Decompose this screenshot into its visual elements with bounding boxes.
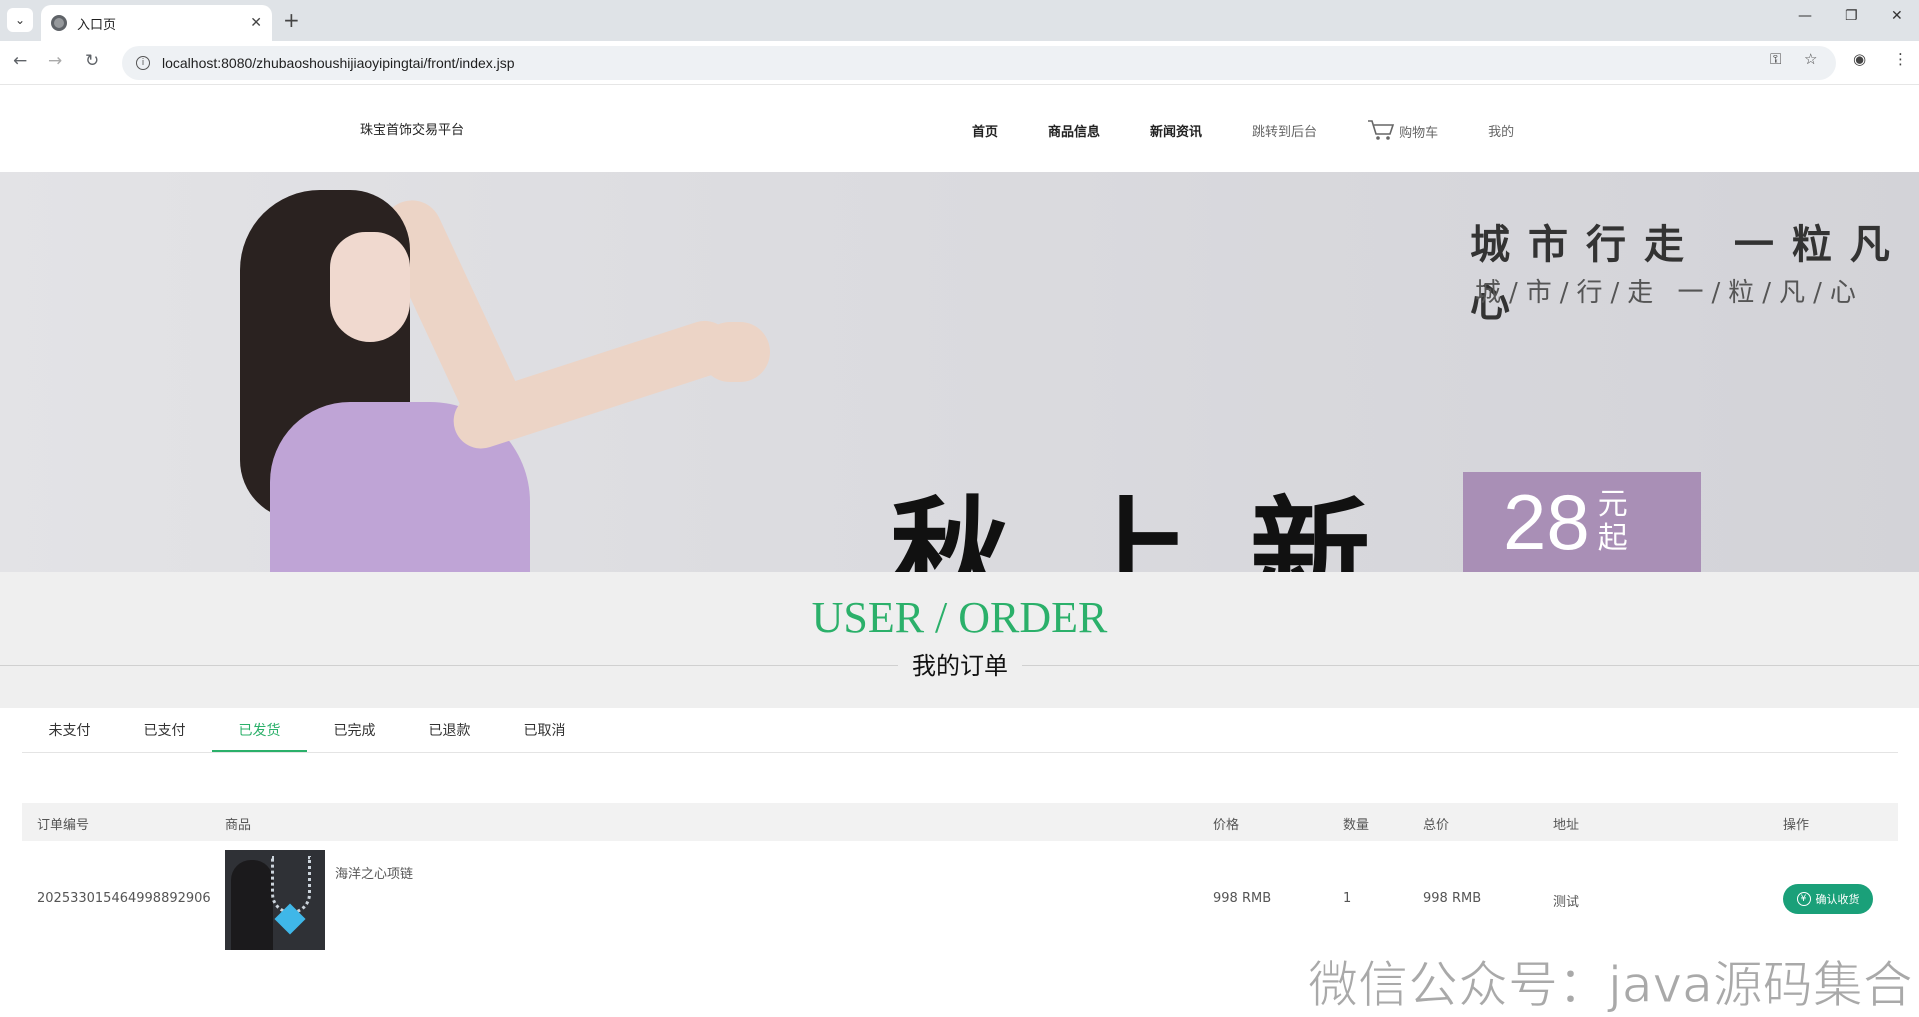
key-icon[interactable]: ⚿ xyxy=(1770,50,1781,68)
browser-tab[interactable]: 入口页 ✕ xyxy=(41,5,272,41)
header-total: 总价 xyxy=(1423,818,1450,833)
site-header: 珠宝首饰交易平台 首页 商品信息 新闻资讯 跳转到后台 购物车 我的 xyxy=(0,86,1919,172)
section-title-cn: 我的订单 xyxy=(898,646,1022,681)
table-row: 20253301546499889​2906 海洋之心项链 998 RMB 1 … xyxy=(22,841,1898,957)
banner-price-badge: 28 元起 xyxy=(1463,472,1701,572)
tab-cancelled[interactable]: 已取消 xyxy=(497,709,592,752)
banner-headline: 秋上新 xyxy=(890,484,1430,572)
order-status-tabs: 未支付 已支付 已发货 已完成 已退款 已取消 xyxy=(22,709,1898,753)
tab-paid[interactable]: 已支付 xyxy=(117,709,212,752)
header-action: 操作 xyxy=(1783,818,1810,833)
browser-tabbar: ⌄ 入口页 ✕ + — ❐ ✕ xyxy=(0,0,1919,41)
address-bar[interactable]: i localhost:8080/zhubaoshoushijiaoyiping… xyxy=(122,46,1836,80)
header-price: 价格 xyxy=(1213,818,1240,833)
header-address: 地址 xyxy=(1553,818,1580,833)
banner-figure-face xyxy=(330,232,410,342)
window-close-icon[interactable]: ✕ xyxy=(1891,8,1903,24)
tab-title: 入口页 xyxy=(77,16,117,32)
banner-figure-hand xyxy=(700,322,770,382)
minimize-icon[interactable]: — xyxy=(1798,8,1812,24)
nav-cart-label: 购物车 xyxy=(1399,126,1439,141)
url-text: localhost:8080/zhubaoshoushijiaoyipingta… xyxy=(162,55,515,71)
watermark-text: 微信公众号：java源码集合 xyxy=(1308,956,1914,1015)
orders-table-header: 订单编号 商品 价格 数量 总价 地址 操作 xyxy=(22,803,1898,841)
profile-icon[interactable]: ◉ xyxy=(1853,50,1866,68)
confirm-receipt-button[interactable]: ¥ 确认收货 xyxy=(1783,884,1873,914)
tab-completed[interactable]: 已完成 xyxy=(307,709,402,752)
menu-kebab-icon[interactable]: ⋮ xyxy=(1893,50,1908,68)
nav-cart[interactable]: 购物车 xyxy=(1367,119,1438,141)
nav-news[interactable]: 新闻资讯 xyxy=(1150,121,1202,140)
site-brand[interactable]: 珠宝首饰交易平台 xyxy=(360,119,464,138)
browser-toolbar: ← → ↻ i localhost:8080/zhubaoshoushijiao… xyxy=(0,41,1919,85)
section-title-en: USER / ORDER xyxy=(811,593,1108,642)
restore-icon[interactable]: ❐ xyxy=(1845,8,1858,24)
product-thumbnail[interactable] xyxy=(225,850,325,950)
nav-home[interactable]: 首页 xyxy=(972,121,998,140)
header-product: 商品 xyxy=(225,818,252,833)
globe-icon xyxy=(51,15,67,31)
new-tab-icon[interactable]: + xyxy=(283,8,300,32)
order-address: 测试 xyxy=(1553,895,1580,910)
forward-icon[interactable]: → xyxy=(48,51,62,71)
nav-admin[interactable]: 跳转到后台 xyxy=(1252,121,1317,140)
nav-products[interactable]: 商品信息 xyxy=(1048,121,1100,140)
tab-close-icon[interactable]: ✕ xyxy=(250,15,262,31)
confirm-receipt-label: 确认收货 xyxy=(1815,893,1860,906)
order-qty: 1 xyxy=(1343,891,1352,906)
site-info-icon[interactable]: i xyxy=(136,56,150,70)
tab-search-icon[interactable]: ⌄ xyxy=(7,8,33,32)
banner-price: 28 xyxy=(1503,477,1590,566)
header-order-no: 订单编号 xyxy=(37,818,90,833)
banner-slogan: 城市行走 一粒凡心 xyxy=(1470,221,1908,326)
order-total: 998 RMB xyxy=(1423,891,1482,906)
yen-icon: ¥ xyxy=(1796,892,1811,906)
cart-icon xyxy=(1368,120,1395,140)
bookmark-star-icon[interactable]: ☆ xyxy=(1804,50,1817,68)
product-name[interactable]: 海洋之心项链 xyxy=(335,863,413,882)
nav-mine[interactable]: 我的 xyxy=(1488,121,1514,140)
tab-unpaid[interactable]: 未支付 xyxy=(22,709,117,752)
reload-icon[interactable]: ↻ xyxy=(85,51,99,71)
banner-price-unit: 元起 xyxy=(1597,487,1628,556)
tab-shipped[interactable]: 已发货 xyxy=(212,709,307,752)
order-price: 998 RMB xyxy=(1213,891,1272,906)
header-qty: 数量 xyxy=(1343,818,1370,833)
order-number: 20253301546499889​2906 xyxy=(37,891,211,906)
banner-slogan-sub: 城/市/行/走 一/粒/凡/心 xyxy=(1475,278,1864,308)
back-icon[interactable]: ← xyxy=(13,51,27,71)
hero-banner[interactable]: 城市行走 一粒凡心 城/市/行/走 一/粒/凡/心 秋上新 28 元起 xyxy=(0,172,1919,572)
tab-refunded[interactable]: 已退款 xyxy=(402,709,497,752)
main-nav: 首页 商品信息 新闻资讯 跳转到后台 购物车 我的 xyxy=(972,119,1564,141)
